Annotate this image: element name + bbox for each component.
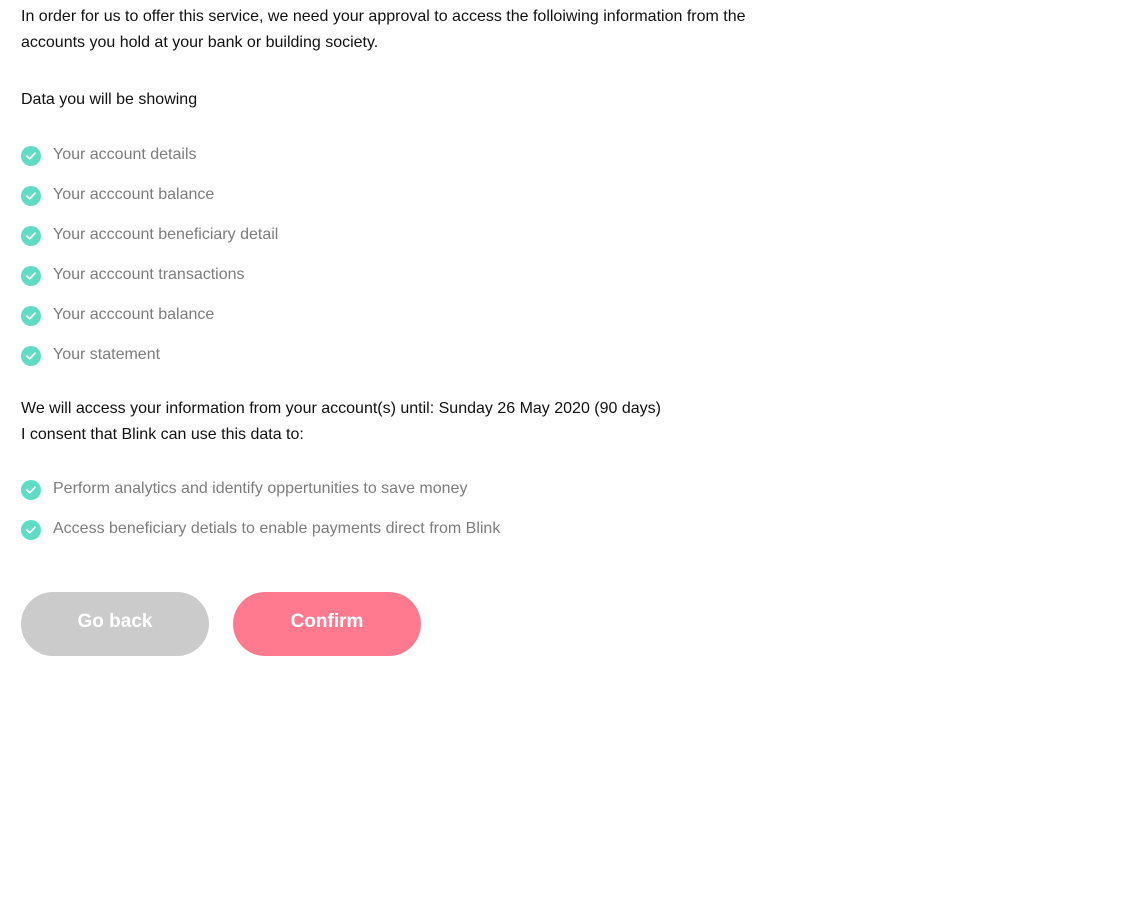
- list-item: Access beneficiary detials to enable pay…: [21, 509, 1101, 549]
- go-back-button[interactable]: Go back: [21, 592, 209, 656]
- list-item-label: Your acccount beneficiary detail: [53, 226, 279, 243]
- intro-text: In order for us to offer this service, w…: [21, 8, 746, 51]
- check-circle-icon: [21, 266, 41, 286]
- list-item-label: Your account details: [53, 146, 197, 163]
- check-circle-icon: [21, 520, 41, 540]
- list-item-label: Perform analytics and identify oppertuni…: [53, 480, 468, 497]
- action-buttons: Go back Confirm: [21, 592, 1101, 656]
- list-item: Your acccount balance: [21, 175, 1101, 215]
- list-item-label: Your acccount balance: [53, 306, 215, 323]
- list-item-label: Access beneficiary detials to enable pay…: [53, 520, 501, 537]
- check-circle-icon: [21, 186, 41, 206]
- check-circle-icon: [21, 226, 41, 246]
- list-item: Your acccount transactions: [21, 255, 1101, 295]
- consent-page: In order for us to offer this service, w…: [21, 4, 1101, 656]
- consent-text: I consent that Blink can use this data t…: [21, 426, 304, 443]
- list-item: Perform analytics and identify oppertuni…: [21, 469, 1101, 509]
- check-circle-icon: [21, 146, 41, 166]
- list-item: Your acccount balance: [21, 295, 1101, 335]
- list-item-label: Your statement: [53, 346, 161, 363]
- list-item: Your acccount beneficiary detail: [21, 215, 1101, 255]
- list-item-label: Your acccount transactions: [53, 266, 245, 283]
- purpose-items-list: Perform analytics and identify oppertuni…: [21, 469, 1101, 549]
- list-item-label: Your acccount balance: [53, 186, 215, 203]
- access-duration-text: We will access your information from you…: [21, 396, 1101, 448]
- list-item: Your account details: [21, 135, 1101, 175]
- data-section-title: Data you will be showing: [21, 91, 198, 108]
- check-circle-icon: [21, 346, 41, 366]
- confirm-button[interactable]: Confirm: [233, 592, 421, 656]
- list-item: Your statement: [21, 335, 1101, 375]
- check-circle-icon: [21, 306, 41, 326]
- check-circle-icon: [21, 480, 41, 500]
- access-until-text: We will access your information from you…: [21, 400, 661, 417]
- data-items-list: Your account details Your acccount balan…: [21, 135, 1101, 375]
